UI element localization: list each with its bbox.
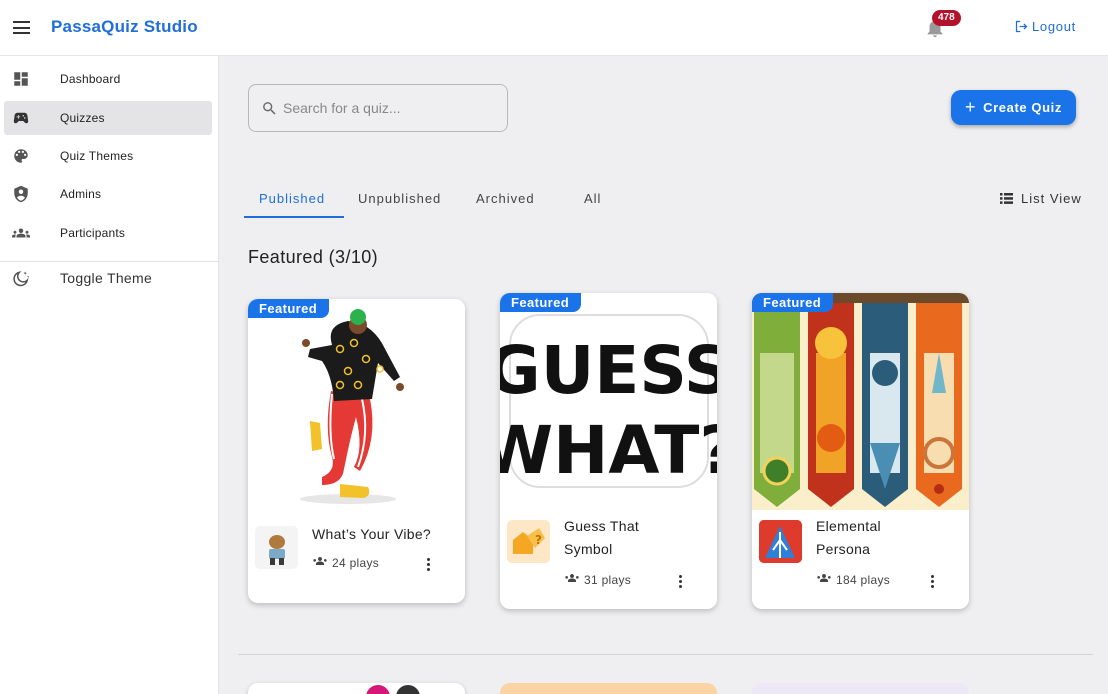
sidebar: Dashboard Quizzes Quiz Themes Admins Par…: [0, 56, 219, 694]
app-title: PassaQuiz Studio: [51, 17, 198, 36]
play-count: 184 plays: [816, 573, 890, 587]
people-icon: [313, 557, 327, 565]
tab-unpublished[interactable]: Unpublished: [358, 191, 441, 206]
quiz-thumbnail: [759, 520, 802, 563]
svg-text:?: ?: [535, 533, 542, 547]
quiz-card[interactable]: GUESS WHAT? Featured ? Guess That Symbol…: [500, 293, 717, 609]
character-thumbnail: [269, 535, 285, 565]
more-options-icon[interactable]: [679, 575, 683, 589]
sidebar-divider: [0, 261, 219, 262]
quiz-title-line-1: Elemental: [816, 518, 881, 534]
quiz-card[interactable]: Featured Elemental Persona 184 plays: [752, 293, 969, 609]
quiz-thumbnail: [255, 526, 298, 569]
quiz-cover-image: GUESS WHAT?: [500, 293, 717, 510]
people-icon: [12, 228, 30, 238]
quiz-cover-image: [752, 293, 969, 510]
people-icon: [565, 574, 579, 582]
quiz-title: Guess That Symbol: [564, 515, 639, 561]
list-view-button[interactable]: List View: [1000, 191, 1082, 206]
quiz-card[interactable]: [752, 683, 969, 694]
play-count-label: 184 plays: [836, 573, 891, 587]
moon-stars-icon: [13, 271, 30, 287]
play-count-label: 24 plays: [332, 556, 380, 570]
shield-person-icon: [14, 185, 28, 203]
toggle-theme-label: Toggle Theme: [60, 270, 153, 286]
image-line-2: WHAT?: [500, 412, 717, 489]
sidebar-item-label: Quiz Themes: [60, 149, 134, 163]
quiz-card[interactable]: [500, 683, 717, 694]
plus-icon: +: [965, 96, 977, 117]
section-divider: [238, 654, 1093, 655]
sidebar-item-quizzes[interactable]: Quizzes: [4, 101, 212, 135]
elemental-thumbnail: [759, 520, 802, 563]
tab-archived[interactable]: Archived: [476, 191, 535, 206]
search-icon: [263, 102, 276, 115]
more-options-icon[interactable]: [427, 558, 431, 572]
more-options-icon[interactable]: [931, 575, 935, 589]
puzzle-thumbnail: ?: [513, 528, 545, 554]
featured-badge: Featured: [248, 299, 330, 318]
top-bar: PassaQuiz Studio 478 Logout: [0, 0, 1108, 56]
quiz-card[interactable]: Featured What’s Your Vibe? 24 plays: [248, 299, 465, 603]
sidebar-item-label: Participants: [60, 226, 126, 240]
quiz-thumbnail: ?: [507, 520, 550, 563]
search-box[interactable]: [248, 84, 508, 132]
quiz-title-line-2: Persona: [816, 541, 871, 557]
sidebar-item-admins[interactable]: Admins: [4, 177, 212, 211]
elemental-banners-illustration: [752, 293, 969, 510]
logout-label: Logout: [1032, 19, 1076, 34]
sidebar-item-dashboard[interactable]: Dashboard: [4, 62, 212, 96]
play-count: 24 plays: [312, 556, 379, 570]
gamepad-icon: [13, 112, 29, 124]
create-quiz-button[interactable]: + Create Quiz: [951, 90, 1076, 125]
list-icon: [1000, 193, 1013, 204]
search-input[interactable]: [283, 97, 498, 119]
image-line-1: GUESS: [500, 332, 717, 409]
quiz-cover-image: [248, 299, 465, 516]
logout-icon: [1015, 20, 1028, 33]
dancer-illustration: [300, 309, 404, 504]
featured-badge: Featured: [500, 293, 582, 312]
sidebar-item-label: Quizzes: [60, 111, 105, 125]
list-view-label: List View: [1021, 191, 1082, 206]
play-count-label: 31 plays: [584, 573, 632, 587]
palette-icon: [14, 149, 28, 163]
menu-icon[interactable]: [13, 21, 30, 34]
logout-button[interactable]: Logout: [1014, 19, 1076, 34]
quiz-cover-image: [366, 685, 420, 694]
quiz-title-line-2: Symbol: [564, 541, 613, 557]
create-quiz-label: Create Quiz: [983, 100, 1062, 115]
active-tab-indicator: [244, 216, 344, 218]
toggle-theme-button[interactable]: Toggle Theme: [4, 264, 212, 294]
sidebar-item-label: Dashboard: [60, 72, 121, 86]
sidebar-item-label: Admins: [60, 187, 102, 201]
quiz-title: What’s Your Vibe?: [312, 526, 432, 542]
dashboard-icon: [14, 72, 28, 86]
featured-badge: Featured: [752, 293, 834, 312]
guess-what-illustration: GUESS WHAT?: [500, 314, 717, 489]
tab-all[interactable]: All: [584, 191, 601, 206]
quiz-card[interactable]: [248, 683, 465, 694]
quiz-title-line-1: Guess That: [564, 518, 640, 534]
tab-published[interactable]: Published: [259, 191, 325, 206]
notification-badge: 478: [932, 10, 961, 26]
quiz-title: Elemental Persona: [816, 515, 881, 561]
section-title: Featured (3/10): [248, 247, 379, 267]
sidebar-item-participants[interactable]: Participants: [4, 216, 212, 250]
people-icon: [817, 574, 831, 582]
play-count: 31 plays: [564, 573, 631, 587]
sidebar-item-quiz-themes[interactable]: Quiz Themes: [4, 139, 212, 173]
